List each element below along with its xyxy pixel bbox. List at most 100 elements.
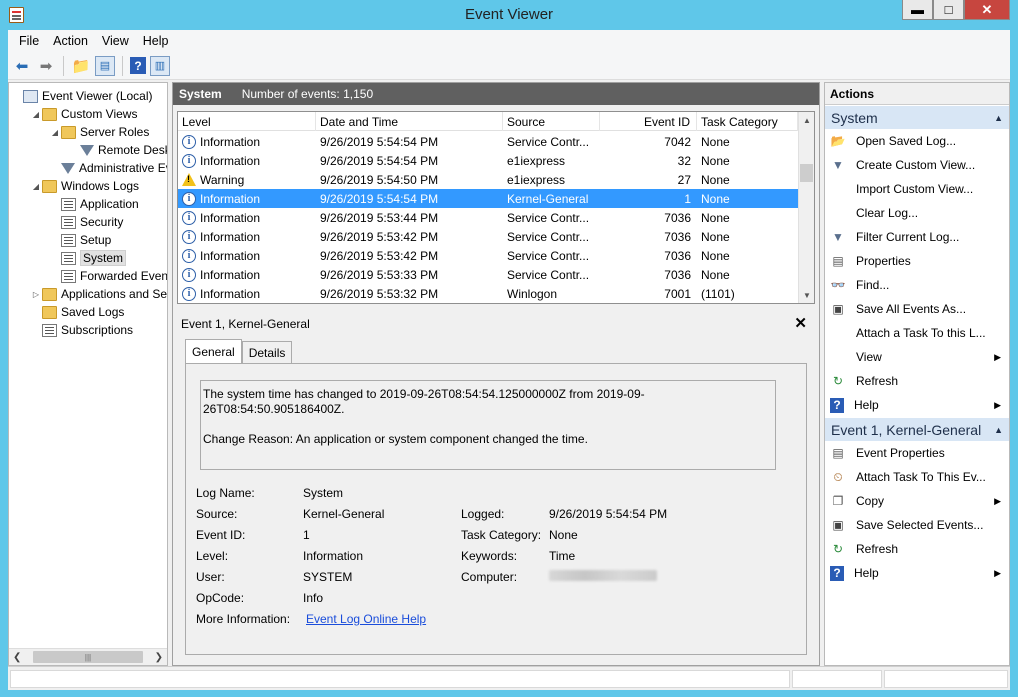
scroll-left-icon[interactable]: ❮	[13, 652, 21, 663]
action-clear-log[interactable]: Clear Log...	[825, 201, 1009, 225]
tree-item-label: Custom Views	[61, 107, 138, 121]
tree-item-forwarded-events[interactable]: Forwarded Events	[49, 267, 167, 285]
property-value[interactable]: None	[549, 528, 578, 542]
action-attach-task-to-this-ev[interactable]: ⏲ Attach Task To This Ev...	[825, 465, 1009, 489]
collapse-up-icon[interactable]: ▲	[994, 425, 1003, 435]
action-help[interactable]: ? Help ▶	[825, 393, 1009, 417]
menu-file[interactable]: File	[12, 34, 46, 48]
tree-item-administrative-eve[interactable]: Administrative Eve	[49, 159, 167, 177]
close-detail-icon[interactable]: ✕	[794, 314, 807, 332]
tree-item-subscriptions[interactable]: Subscriptions	[30, 321, 133, 339]
column-header-task-category[interactable]: Task Category	[697, 112, 798, 131]
folder-icon	[42, 287, 57, 301]
column-header-date[interactable]: Date and Time	[316, 112, 503, 131]
action-find[interactable]: 👓 Find...	[825, 273, 1009, 297]
event-row[interactable]: i Information 9/26/2019 5:54:54 PM Kernel-G…	[178, 189, 798, 208]
tab-general[interactable]: General	[185, 339, 242, 363]
action-label: View	[856, 350, 882, 364]
event-message[interactable]: The system time has changed to 2019-09-2…	[200, 380, 776, 470]
column-header-event-id[interactable]: Event ID	[600, 112, 697, 131]
property-label: User:	[196, 570, 225, 584]
scroll-down-icon[interactable]: ▼	[799, 287, 814, 303]
event-row[interactable]: i Information 9/26/2019 5:53:44 PM Service …	[178, 208, 798, 227]
action-import-custom-view[interactable]: Import Custom View...	[825, 177, 1009, 201]
close-window-button[interactable]: ✕	[964, 0, 1010, 20]
property-value[interactable]: Time	[549, 549, 575, 563]
tree-item-setup[interactable]: Setup	[49, 231, 111, 249]
action-refresh[interactable]: ↻ Refresh	[825, 369, 1009, 393]
action-open-saved-log[interactable]: 📂 Open Saved Log...	[825, 129, 1009, 153]
event-row[interactable]: Warning 9/26/2019 5:54:50 PM e1iexpress 27 N…	[178, 170, 798, 189]
tree-item-custom-views[interactable]: ◢ Custom Views	[30, 105, 138, 123]
expand-arrow-icon[interactable]: ◢	[30, 110, 42, 119]
tree-item-applications-and-serv[interactable]: ▷ Applications and Serv	[30, 285, 167, 303]
actions-section-event[interactable]: Event 1, Kernel-General ▲	[825, 417, 1009, 441]
action-properties[interactable]: ▤ Properties	[825, 249, 1009, 273]
action-label: Copy	[856, 494, 885, 508]
action-save-selected-events[interactable]: ▣ Save Selected Events...	[825, 513, 1009, 537]
tree-item-remote-deskto[interactable]: Remote Deskto	[68, 141, 167, 159]
event-row[interactable]: i Information 9/26/2019 5:53:32 PM Winlogon…	[178, 284, 798, 303]
computer-name-redacted[interactable]	[549, 570, 657, 584]
property-value[interactable]: 9/26/2019 5:54:54 PM	[549, 507, 667, 521]
action-copy[interactable]: ❐ Copy ▶	[825, 489, 1009, 513]
tree-item-server-roles[interactable]: ◢ Server Roles	[49, 123, 149, 141]
menu-action[interactable]: Action	[46, 34, 95, 48]
help-icon[interactable]: ?	[130, 57, 146, 74]
scroll-right-icon[interactable]: ❯	[155, 652, 163, 663]
event-row[interactable]: i Information 9/26/2019 5:53:42 PM Service …	[178, 246, 798, 265]
property-value[interactable]: Kernel-General	[303, 507, 384, 521]
show-hide-action-pane-icon[interactable]: ▥	[150, 55, 170, 76]
menu-view[interactable]: View	[95, 34, 136, 48]
minimize-button[interactable]: ▬	[902, 0, 933, 20]
actions-section-system[interactable]: System ▲	[825, 105, 1009, 129]
action-create-custom-view[interactable]: ▼ Create Custom View...	[825, 153, 1009, 177]
event-row[interactable]: i Information 9/26/2019 5:53:42 PM Service …	[178, 227, 798, 246]
forward-arrow-icon[interactable]: ➡	[36, 56, 56, 76]
action-help[interactable]: ? Help ▶	[825, 561, 1009, 585]
collapse-up-icon[interactable]: ▲	[994, 113, 1003, 123]
action-event-properties[interactable]: ▤ Event Properties	[825, 441, 1009, 465]
action-filter-current-log[interactable]: ▼ Filter Current Log...	[825, 225, 1009, 249]
task-icon: ⏲	[833, 469, 843, 484]
up-folder-icon[interactable]: 📁	[71, 56, 91, 76]
show-hide-tree-icon[interactable]: ▤	[95, 55, 115, 76]
tree-horizontal-scrollbar[interactable]: ❮ ||| ❯	[9, 648, 167, 665]
events-vertical-scrollbar[interactable]: ▲ ▼	[798, 112, 814, 303]
scrollbar-thumb[interactable]	[800, 164, 813, 182]
maximize-button[interactable]: □	[933, 0, 964, 20]
property-value[interactable]: System	[303, 486, 343, 500]
tab-details[interactable]: Details	[241, 341, 293, 363]
tree-item-event-viewer-local-[interactable]: Event Viewer (Local)	[11, 87, 153, 105]
event-row[interactable]: i Information 9/26/2019 5:53:33 PM Service …	[178, 265, 798, 284]
action-refresh[interactable]: ↻ Refresh	[825, 537, 1009, 561]
action-save-all-events-as[interactable]: ▣ Save All Events As...	[825, 297, 1009, 321]
scrollbar-thumb[interactable]: |||	[33, 651, 143, 663]
property-value[interactable]: 1	[303, 528, 310, 542]
expand-arrow-icon[interactable]: ▷	[30, 290, 42, 299]
tree-item-system[interactable]: System	[49, 249, 127, 267]
blank-icon	[830, 349, 846, 365]
status-cell	[792, 670, 882, 688]
action-view[interactable]: View ▶	[825, 345, 1009, 369]
event-cell-date: 9/26/2019 5:53:33 PM	[316, 265, 503, 284]
column-header-level[interactable]: Level	[178, 112, 316, 131]
tree-item-security[interactable]: Security	[49, 213, 123, 231]
action-attach-a-task-to-this-l[interactable]: Attach a Task To this L...	[825, 321, 1009, 345]
back-arrow-icon[interactable]: ⬅	[12, 56, 32, 76]
property-value[interactable]: Info	[303, 591, 323, 605]
scroll-up-icon[interactable]: ▲	[799, 112, 814, 128]
tree-item-application[interactable]: Application	[49, 195, 139, 213]
tree-item-saved-logs[interactable]: Saved Logs	[30, 303, 124, 321]
event-log-online-help-link[interactable]: Event Log Online Help	[306, 612, 426, 626]
property-value[interactable]: Information	[303, 549, 363, 563]
column-header-source[interactable]: Source	[503, 112, 600, 131]
event-row[interactable]: i Information 9/26/2019 5:54:54 PM e1iexpre…	[178, 151, 798, 170]
property-value[interactable]: SYSTEM	[303, 570, 352, 584]
expand-arrow-icon[interactable]: ◢	[49, 128, 61, 137]
event-count: Number of events: 1,150	[241, 87, 374, 101]
menu-help[interactable]: Help	[136, 34, 176, 48]
expand-arrow-icon[interactable]: ◢	[30, 182, 42, 191]
tree-item-windows-logs[interactable]: ◢ Windows Logs	[30, 177, 139, 195]
event-row[interactable]: i Information 9/26/2019 5:54:54 PM Service …	[178, 132, 798, 151]
